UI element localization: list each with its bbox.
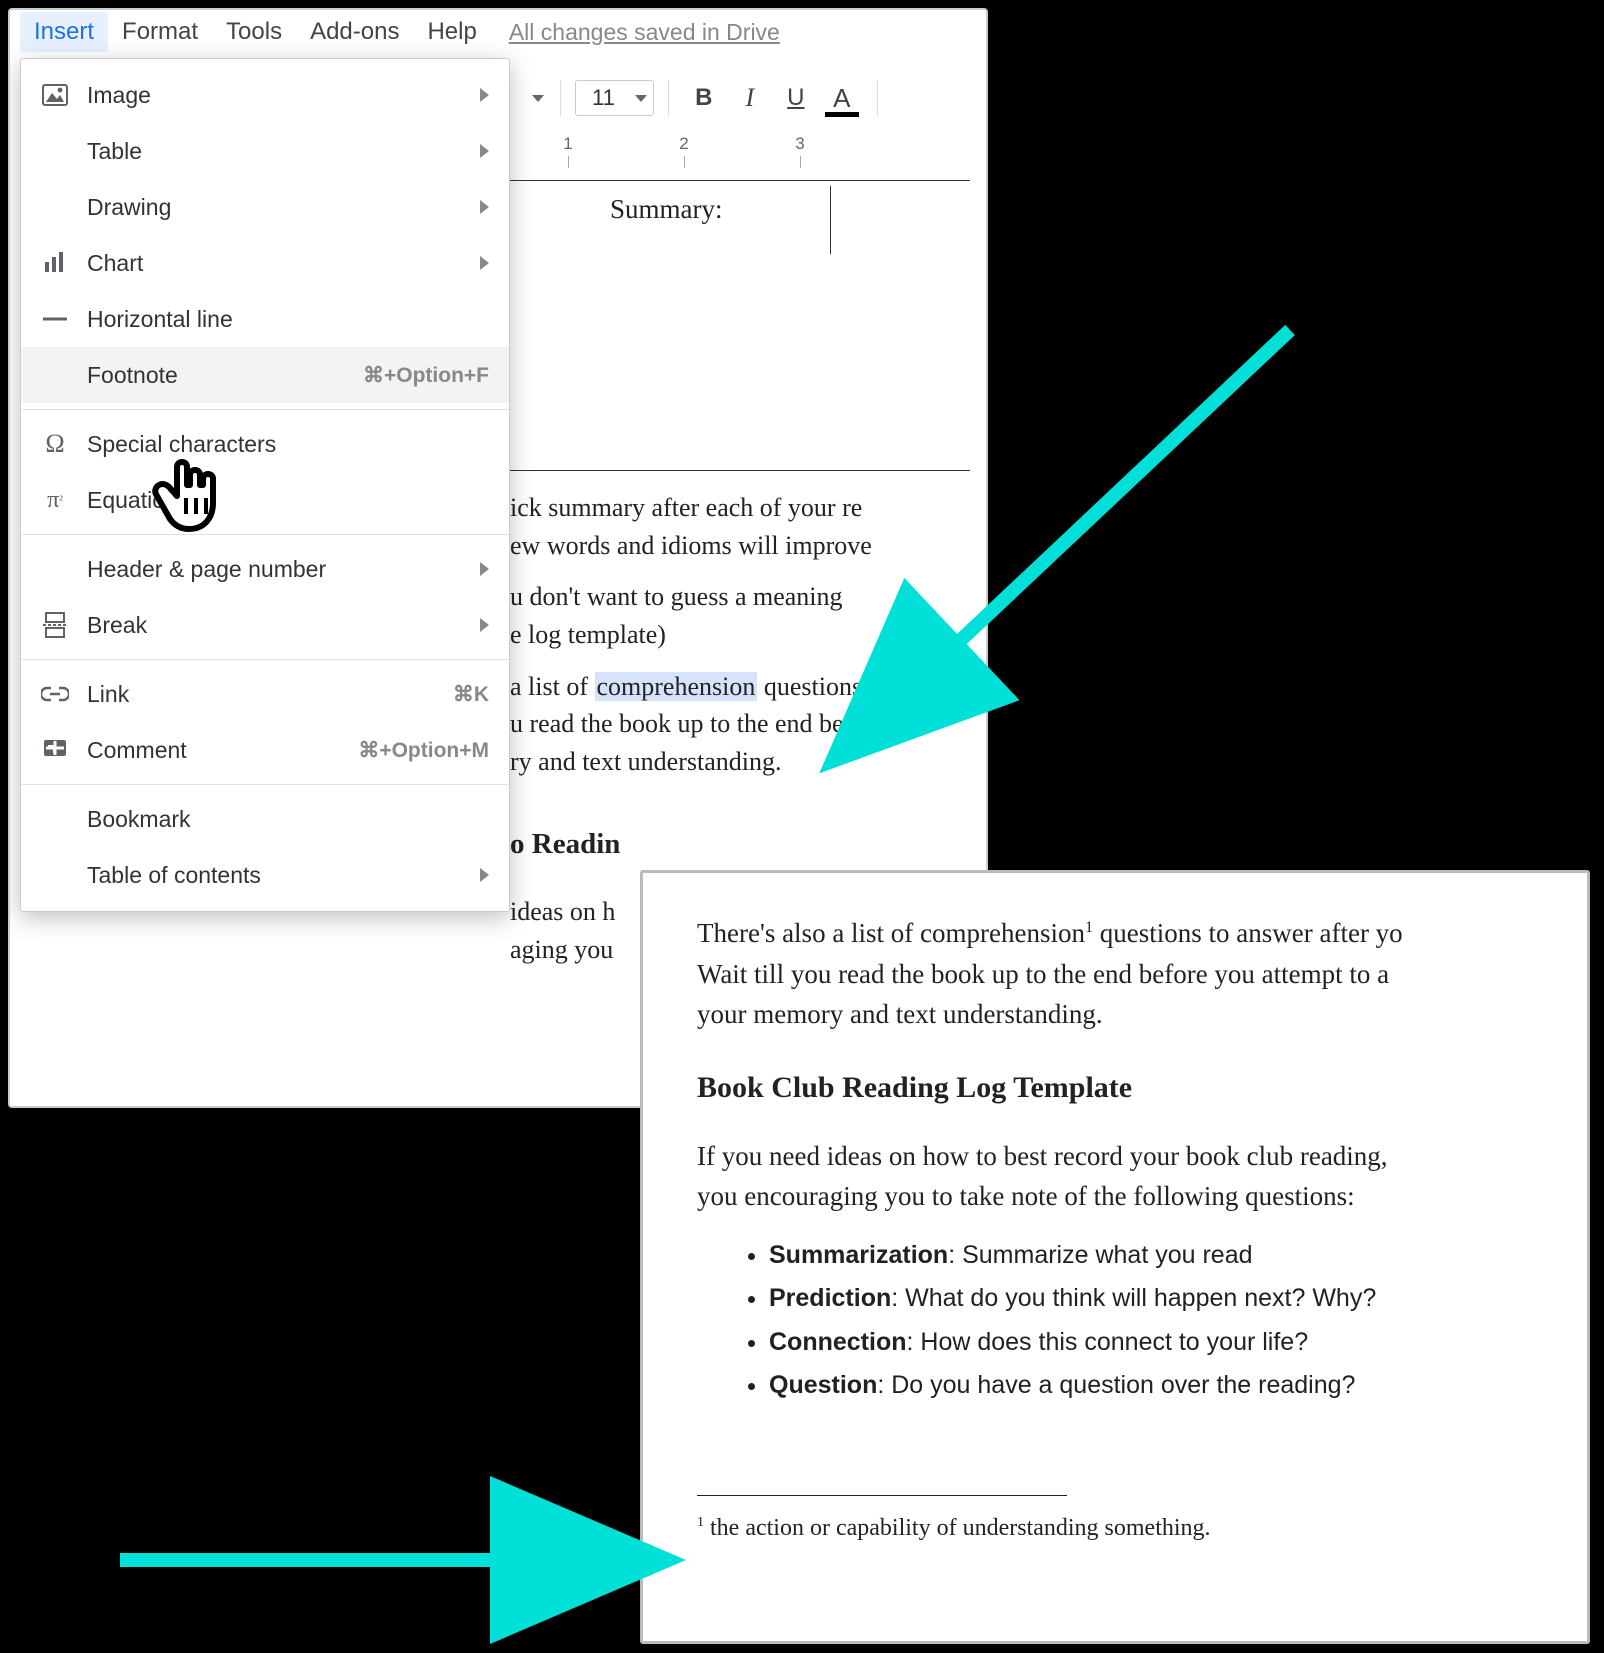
- menu-item-horizontal-line[interactable]: Horizontal line: [21, 291, 509, 347]
- footnote-reference[interactable]: 1: [1085, 919, 1093, 936]
- doc-text: ry and text understanding.: [510, 747, 782, 776]
- menu-item-break[interactable]: Break: [21, 597, 509, 653]
- doc-text: questions: [757, 672, 862, 701]
- doc-text: ideas on h: [510, 897, 615, 926]
- italic-button[interactable]: I: [729, 77, 771, 119]
- doc-text: aging you: [510, 935, 613, 964]
- list-item: Question: Do you have a question over th…: [769, 1367, 1547, 1405]
- summary-cell-label: Summary:: [610, 190, 723, 229]
- doc-text: u read the book up to the end befo: [510, 709, 865, 738]
- image-icon: [41, 81, 69, 109]
- doc-text: u don't want to guess a meaning: [510, 582, 843, 611]
- chart-icon: [41, 249, 69, 277]
- submenu-arrow-icon: [480, 618, 489, 632]
- menu-insert[interactable]: Insert: [20, 12, 108, 52]
- menu-item-label: Break: [87, 612, 462, 639]
- menubar: Insert Format Tools Add-ons Help All cha…: [10, 10, 986, 54]
- selected-word[interactable]: comprehension: [595, 672, 758, 701]
- submenu-arrow-icon: [480, 200, 489, 214]
- doc-text: ew words and idioms will improve: [510, 531, 872, 560]
- menu-item-label: Drawing: [87, 194, 462, 221]
- ruler-mark-3: 3: [795, 134, 804, 154]
- menu-addons[interactable]: Add-ons: [296, 12, 413, 52]
- font-size-value: 11: [592, 85, 615, 111]
- font-size-select[interactable]: 11: [575, 80, 654, 116]
- list-item: Connection: How does this connect to you…: [769, 1324, 1547, 1362]
- menu-item-special-characters[interactable]: Ω Special characters: [21, 416, 509, 472]
- menu-tools[interactable]: Tools: [212, 12, 296, 52]
- menu-item-label: Table of contents: [87, 862, 462, 889]
- menu-item-comment[interactable]: Comment ⌘+Option+M: [21, 722, 509, 778]
- paragraph: There's also a list of comprehension1 qu…: [697, 913, 1547, 1035]
- menu-item-label: Table: [87, 138, 462, 165]
- omega-icon: Ω: [41, 430, 69, 458]
- submenu-arrow-icon: [480, 88, 489, 102]
- menu-item-header-page-number[interactable]: • Header & page number: [21, 541, 509, 597]
- list-item: Summarization: Summarize what you read: [769, 1237, 1547, 1275]
- menu-item-drawing[interactable]: • Drawing: [21, 179, 509, 235]
- insert-menu-dropdown: Image • Table • Drawing Chart Horizontal…: [20, 58, 510, 912]
- menu-item-image[interactable]: Image: [21, 67, 509, 123]
- paragraph: If you need ideas on how to best record …: [697, 1136, 1547, 1217]
- bold-button[interactable]: B: [683, 77, 725, 119]
- menu-format[interactable]: Format: [108, 12, 212, 52]
- menu-item-table-of-contents[interactable]: • Table of contents: [21, 847, 509, 903]
- menu-item-link[interactable]: Link ⌘K: [21, 666, 509, 722]
- font-family-dropdown[interactable]: [510, 77, 546, 119]
- menu-shortcut: ⌘K: [453, 682, 489, 707]
- menu-item-equation[interactable]: π² Equation: [21, 472, 509, 528]
- underline-button[interactable]: U: [775, 77, 817, 119]
- toolbar: 11 B I U A: [510, 70, 888, 126]
- ruler[interactable]: 1 2 3: [510, 134, 980, 170]
- text-color-button[interactable]: A: [821, 77, 863, 119]
- ruler-mark-1: 1: [563, 134, 572, 154]
- menu-shortcut: ⌘+Option+M: [358, 738, 489, 763]
- submenu-arrow-icon: [480, 256, 489, 270]
- horizontal-line-icon: [41, 305, 69, 333]
- submenu-arrow-icon: [480, 144, 489, 158]
- menu-item-label: Chart: [87, 250, 462, 277]
- heading: Book Club Reading Log Template: [697, 1065, 1547, 1110]
- menu-item-label: Equation: [87, 487, 489, 514]
- result-document-panel: There's also a list of comprehension1 qu…: [640, 870, 1590, 1644]
- bullet-list: Summarization: Summarize what you read P…: [769, 1237, 1547, 1405]
- footnote-text: 1 the action or capability of understand…: [697, 1510, 1547, 1546]
- menu-item-label: Horizontal line: [87, 306, 489, 333]
- pi-icon: π²: [41, 486, 69, 514]
- menu-item-label: Footnote: [87, 362, 345, 389]
- menu-item-label: Special characters: [87, 431, 489, 458]
- doc-heading: o Readin: [510, 823, 620, 865]
- menu-item-label: Link: [87, 681, 435, 708]
- save-status: All changes saved in Drive: [509, 19, 780, 46]
- menu-shortcut: ⌘+Option+F: [363, 363, 489, 388]
- pointer-cursor-icon: [150, 452, 220, 532]
- submenu-arrow-icon: [480, 562, 489, 576]
- comment-icon: [41, 736, 69, 764]
- ruler-mark-2: 2: [679, 134, 688, 154]
- menu-item-label: Header & page number: [87, 556, 462, 583]
- menu-item-label: Comment: [87, 737, 340, 764]
- footnote-separator: [697, 1495, 1067, 1496]
- submenu-arrow-icon: [480, 868, 489, 882]
- doc-text: e log template): [510, 620, 666, 649]
- link-icon: [41, 680, 69, 708]
- menu-item-label: Image: [87, 82, 462, 109]
- doc-text: a list of: [510, 672, 595, 701]
- menu-item-table[interactable]: • Table: [21, 123, 509, 179]
- page-break-icon: [41, 611, 69, 639]
- list-item: Prediction: What do you think will happe…: [769, 1280, 1547, 1318]
- menu-help[interactable]: Help: [413, 12, 490, 52]
- doc-text: ick summary after each of your re: [510, 493, 862, 522]
- menu-item-label: Bookmark: [87, 806, 489, 833]
- menu-item-chart[interactable]: Chart: [21, 235, 509, 291]
- menu-item-footnote[interactable]: • Footnote ⌘+Option+F: [21, 347, 509, 403]
- menu-item-bookmark[interactable]: • Bookmark: [21, 791, 509, 847]
